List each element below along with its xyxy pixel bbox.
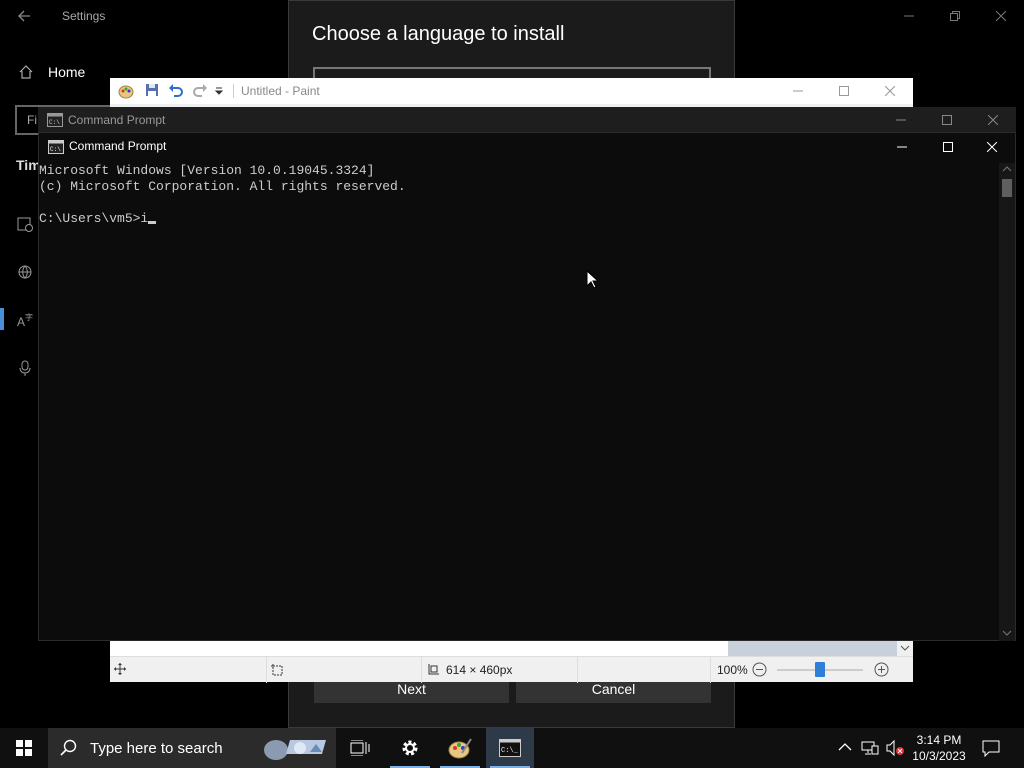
paint-taskbar-button[interactable]: [436, 728, 484, 768]
cmd-title: Command Prompt: [69, 139, 167, 153]
command-prompt-window-back: C:\ Command Prompt: [38, 107, 1016, 133]
cmd-back-maximize-button[interactable]: [924, 107, 970, 133]
search-icon: [60, 739, 78, 757]
settings-close-button[interactable]: [978, 0, 1024, 32]
microphone-icon[interactable]: [16, 359, 34, 377]
command-prompt-window: C:\ Command Prompt Microsoft Windows [Ve…: [38, 132, 1016, 641]
status-divider: [577, 657, 578, 683]
show-hidden-icons-button[interactable]: [838, 740, 852, 754]
cursor-position-icon: [114, 663, 126, 675]
cmd-back-title: Command Prompt: [68, 113, 166, 127]
home-icon: [18, 64, 34, 80]
title-separator: [233, 84, 234, 98]
settings-restore-button[interactable]: [932, 0, 978, 32]
system-clock[interactable]: 3:14 PM 10/3/2023: [910, 732, 968, 764]
zoom-in-button[interactable]: [874, 662, 889, 677]
search-highlight-icon: [260, 732, 332, 764]
selected-nav-indicator: [0, 308, 4, 330]
back-arrow-icon[interactable]: [16, 8, 32, 24]
svg-text:字: 字: [25, 312, 33, 322]
taskbar: Type here to search C:\_ 3:14 PM 10/3/20…: [0, 728, 1024, 768]
paint-title-bar: Untitled - Paint: [110, 78, 913, 104]
cmd-back-close-button[interactable]: [970, 107, 1016, 133]
cmd-maximize-button[interactable]: [925, 133, 971, 161]
volume-muted-icon[interactable]: [885, 739, 905, 757]
console-output[interactable]: Microsoft Windows [Version 10.0.19045.33…: [39, 163, 999, 641]
network-icon[interactable]: [861, 739, 879, 757]
scroll-down-arrow-icon[interactable]: [1002, 630, 1012, 636]
settings-minimize-button[interactable]: [886, 0, 932, 32]
console-scrollbar[interactable]: [999, 163, 1015, 641]
cmd-back-minimize-button[interactable]: [878, 107, 924, 133]
canvas-size-icon: [427, 664, 439, 676]
task-view-button[interactable]: [336, 728, 384, 768]
paint-palette-icon: [448, 737, 472, 759]
svg-text:C:\_: C:\_: [501, 747, 519, 755]
cmd-title-bar: C:\ Command Prompt: [39, 133, 1015, 161]
redo-icon[interactable]: [192, 82, 210, 100]
cmd-close-button[interactable]: [969, 133, 1015, 161]
svg-text:C:\: C:\: [49, 119, 60, 126]
gear-icon: [400, 738, 420, 758]
language-icon[interactable]: A字: [16, 311, 34, 329]
calendar-clock-icon[interactable]: [16, 215, 34, 233]
clock-time: 3:14 PM: [916, 733, 962, 747]
selection-size-icon: [271, 664, 283, 676]
home-label: Home: [48, 64, 86, 80]
notifications-icon[interactable]: [982, 739, 1000, 757]
save-icon[interactable]: [144, 82, 162, 100]
scrollbar-thumb[interactable]: [1002, 179, 1012, 197]
dialog-heading: Choose a language to install: [312, 23, 565, 45]
svg-text:C:\: C:\: [50, 146, 61, 153]
status-divider: [421, 657, 422, 683]
scroll-down-arrow-icon[interactable]: [897, 640, 913, 656]
console-line: Microsoft Windows [Version 10.0.19045.33…: [39, 163, 375, 178]
canvas-size-readout: 614 × 460px: [446, 663, 513, 677]
text-cursor: [148, 221, 157, 224]
undo-icon[interactable]: [168, 82, 186, 100]
zoom-slider-thumb[interactable]: [815, 662, 825, 677]
paint-status-bar: 614 × 460px 100%: [110, 656, 913, 683]
cmd-app-icon[interactable]: C:\: [47, 113, 63, 127]
paint-close-button[interactable]: [867, 78, 913, 104]
clock-date: 10/3/2023: [912, 749, 966, 763]
svg-text:A: A: [17, 315, 25, 329]
zoom-level: 100%: [717, 663, 748, 677]
cmd-taskbar-button[interactable]: C:\_: [486, 728, 534, 768]
cmd-minimize-button[interactable]: [879, 133, 925, 161]
taskbar-search-box[interactable]: Type here to search: [48, 728, 336, 768]
console-prompt-line: C:\Users\vm5>i: [39, 211, 999, 227]
paint-minimize-button[interactable]: [775, 78, 821, 104]
globe-icon[interactable]: [16, 263, 34, 281]
settings-home-link[interactable]: Home: [18, 64, 85, 80]
scroll-up-arrow-icon[interactable]: [1002, 166, 1012, 172]
paint-maximize-button[interactable]: [821, 78, 867, 104]
zoom-out-button[interactable]: [752, 662, 767, 677]
mouse-pointer-icon: [586, 270, 598, 290]
cmd-app-icon[interactable]: C:\: [48, 140, 64, 154]
status-divider: [710, 657, 711, 683]
console-line: C:\Users\vm5>i: [39, 211, 149, 226]
settings-section-heading: Tim: [16, 157, 41, 173]
paint-canvas[interactable]: [110, 640, 728, 656]
search-placeholder: Type here to search: [90, 739, 223, 757]
paint-canvas-area[interactable]: [110, 640, 913, 656]
start-button[interactable]: [0, 728, 48, 768]
console-line: (c) Microsoft Corporation. All rights re…: [39, 179, 406, 194]
paint-title: Untitled - Paint: [241, 84, 320, 98]
settings-taskbar-button[interactable]: [386, 728, 434, 768]
settings-title: Settings: [62, 9, 106, 23]
cmd-icon: C:\_: [499, 739, 521, 757]
status-divider: [266, 657, 267, 683]
paint-app-icon[interactable]: [118, 83, 134, 99]
customize-quick-access-dropdown[interactable]: [214, 86, 226, 98]
